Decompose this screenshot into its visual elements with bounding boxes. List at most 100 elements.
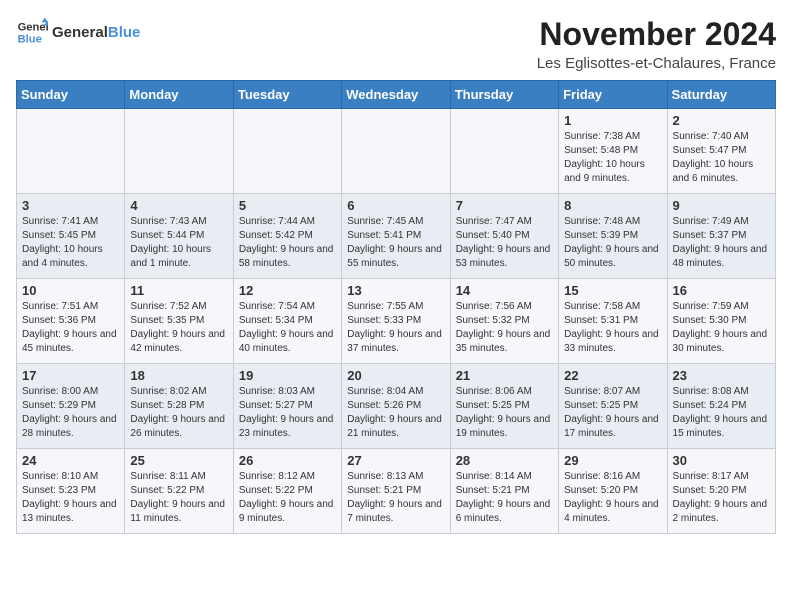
day-info: Sunrise: 7:58 AM Sunset: 5:31 PM Dayligh…: [564, 300, 661, 356]
day-info: Sunrise: 8:13 AM Sunset: 5:21 PM Dayligh…: [347, 470, 444, 526]
calendar-cell: 28Sunrise: 8:14 AM Sunset: 5:21 PM Dayli…: [450, 449, 558, 534]
svg-text:Blue: Blue: [18, 33, 42, 45]
day-number: 8: [564, 198, 661, 213]
calendar-cell: 10Sunrise: 7:51 AM Sunset: 5:36 PM Dayli…: [17, 279, 125, 364]
header: General Blue GeneralBlue November 2024 L…: [16, 16, 776, 72]
calendar-week-row: 3 Sunrise: 7:41 AM Sunset: 5:45 PM Daylig…: [17, 194, 776, 279]
day-info: Sunrise: 8:12 AM Sunset: 5:22 PM Dayligh…: [239, 470, 336, 526]
calendar-cell: 29 Sunrise: 8:16 AM Sunset: 5:20 PM Dayli…: [559, 449, 667, 534]
calendar-cell: 7 Sunrise: 7:47 AM Sunset: 5:40 PM Daylig…: [450, 194, 558, 279]
calendar-cell: 1Sunrise: 7:38 AM Sunset: 5:48 PM Daylig…: [559, 109, 667, 194]
day-info: Sunrise: 8:17 AM Sunset: 5:20 PM Dayligh…: [673, 470, 770, 526]
day-info: Sunrise: 7:45 AM Sunset: 5:41 PM Dayligh…: [347, 215, 444, 271]
calendar-week-row: 10Sunrise: 7:51 AM Sunset: 5:36 PM Dayli…: [17, 279, 776, 364]
calendar-cell: 12Sunrise: 7:54 AM Sunset: 5:34 PM Dayli…: [233, 279, 341, 364]
day-number: 22: [564, 368, 661, 383]
day-info: Sunrise: 8:11 AM Sunset: 5:22 PM Dayligh…: [130, 470, 227, 526]
day-info: Sunrise: 8:08 AM Sunset: 5:24 PM Dayligh…: [673, 385, 770, 441]
day-number: 20: [347, 368, 444, 383]
calendar-table: SundayMondayTuesdayWednesdayThursdayFrid…: [16, 80, 776, 534]
calendar-cell: 17Sunrise: 8:00 AM Sunset: 5:29 PM Dayli…: [17, 364, 125, 449]
day-info: Sunrise: 7:51 AM Sunset: 5:36 PM Dayligh…: [22, 300, 119, 356]
day-info: Sunrise: 8:14 AM Sunset: 5:21 PM Dayligh…: [456, 470, 553, 526]
calendar-cell: 11 Sunrise: 7:52 AM Sunset: 5:35 PM Dayli…: [125, 279, 233, 364]
day-info: Sunrise: 7:44 AM Sunset: 5:42 PM Dayligh…: [239, 215, 336, 271]
subtitle: Les Eglisottes-et-Chalaures, France: [537, 55, 776, 72]
day-number: 15: [564, 283, 661, 298]
logo-text: GeneralBlue: [52, 24, 140, 41]
main-title: November 2024: [537, 16, 776, 53]
calendar-cell: [450, 109, 558, 194]
logo: General Blue GeneralBlue: [16, 16, 140, 48]
day-info: Sunrise: 7:59 AM Sunset: 5:30 PM Dayligh…: [673, 300, 770, 356]
day-number: 25: [130, 453, 227, 468]
calendar-cell: 8 Sunrise: 7:48 AM Sunset: 5:39 PM Daylig…: [559, 194, 667, 279]
day-info: Sunrise: 7:55 AM Sunset: 5:33 PM Dayligh…: [347, 300, 444, 356]
header-tuesday: Tuesday: [233, 81, 341, 109]
svg-text:General: General: [18, 21, 48, 33]
title-block: November 2024 Les Eglisottes-et-Chalaure…: [537, 16, 776, 72]
day-info: Sunrise: 8:16 AM Sunset: 5:20 PM Dayligh…: [564, 470, 661, 526]
day-number: 2: [673, 113, 770, 128]
day-number: 16: [673, 283, 770, 298]
day-number: 18: [130, 368, 227, 383]
calendar-cell: [17, 109, 125, 194]
day-info: Sunrise: 7:52 AM Sunset: 5:35 PM Dayligh…: [130, 300, 227, 356]
calendar-week-row: 1Sunrise: 7:38 AM Sunset: 5:48 PM Daylig…: [17, 109, 776, 194]
calendar-cell: [125, 109, 233, 194]
day-info: Sunrise: 8:06 AM Sunset: 5:25 PM Dayligh…: [456, 385, 553, 441]
header-thursday: Thursday: [450, 81, 558, 109]
day-info: Sunrise: 7:41 AM Sunset: 5:45 PM Dayligh…: [22, 215, 119, 271]
day-number: 9: [673, 198, 770, 213]
day-info: Sunrise: 8:03 AM Sunset: 5:27 PM Dayligh…: [239, 385, 336, 441]
day-number: 4: [130, 198, 227, 213]
calendar-cell: 3 Sunrise: 7:41 AM Sunset: 5:45 PM Daylig…: [17, 194, 125, 279]
header-sunday: Sunday: [17, 81, 125, 109]
calendar-cell: 26Sunrise: 8:12 AM Sunset: 5:22 PM Dayli…: [233, 449, 341, 534]
calendar-cell: [233, 109, 341, 194]
day-number: 7: [456, 198, 553, 213]
day-number: 3: [22, 198, 119, 213]
day-number: 14: [456, 283, 553, 298]
calendar-cell: 5 Sunrise: 7:44 AM Sunset: 5:42 PM Daylig…: [233, 194, 341, 279]
day-info: Sunrise: 7:47 AM Sunset: 5:40 PM Dayligh…: [456, 215, 553, 271]
calendar-cell: 9 Sunrise: 7:49 AM Sunset: 5:37 PM Daylig…: [667, 194, 775, 279]
calendar-cell: 21 Sunrise: 8:06 AM Sunset: 5:25 PM Dayli…: [450, 364, 558, 449]
day-info: Sunrise: 8:02 AM Sunset: 5:28 PM Dayligh…: [130, 385, 227, 441]
day-info: Sunrise: 7:49 AM Sunset: 5:37 PM Dayligh…: [673, 215, 770, 271]
calendar-cell: 15 Sunrise: 7:58 AM Sunset: 5:31 PM Dayli…: [559, 279, 667, 364]
day-number: 30: [673, 453, 770, 468]
calendar-header-row: SundayMondayTuesdayWednesdayThursdayFrid…: [17, 81, 776, 109]
day-info: Sunrise: 8:00 AM Sunset: 5:29 PM Dayligh…: [22, 385, 119, 441]
day-number: 29: [564, 453, 661, 468]
calendar-cell: [342, 109, 450, 194]
calendar-cell: 4 Sunrise: 7:43 AM Sunset: 5:44 PM Daylig…: [125, 194, 233, 279]
day-info: Sunrise: 7:54 AM Sunset: 5:34 PM Dayligh…: [239, 300, 336, 356]
day-info: Sunrise: 7:40 AM Sunset: 5:47 PM Dayligh…: [673, 130, 770, 186]
day-info: Sunrise: 8:10 AM Sunset: 5:23 PM Dayligh…: [22, 470, 119, 526]
day-number: 27: [347, 453, 444, 468]
logo-icon: General Blue: [16, 16, 48, 48]
day-number: 5: [239, 198, 336, 213]
day-number: 24: [22, 453, 119, 468]
calendar-cell: 27 Sunrise: 8:13 AM Sunset: 5:21 PM Dayli…: [342, 449, 450, 534]
calendar-cell: 18 Sunrise: 8:02 AM Sunset: 5:28 PM Dayli…: [125, 364, 233, 449]
calendar-week-row: 24 Sunrise: 8:10 AM Sunset: 5:23 PM Dayli…: [17, 449, 776, 534]
calendar-cell: 22Sunrise: 8:07 AM Sunset: 5:25 PM Dayli…: [559, 364, 667, 449]
day-number: 11: [130, 283, 227, 298]
day-info: Sunrise: 7:38 AM Sunset: 5:48 PM Dayligh…: [564, 130, 661, 186]
day-info: Sunrise: 7:48 AM Sunset: 5:39 PM Dayligh…: [564, 215, 661, 271]
calendar-cell: 2 Sunrise: 7:40 AM Sunset: 5:47 PM Daylig…: [667, 109, 775, 194]
day-number: 13: [347, 283, 444, 298]
day-info: Sunrise: 7:43 AM Sunset: 5:44 PM Dayligh…: [130, 215, 227, 271]
header-friday: Friday: [559, 81, 667, 109]
calendar-week-row: 17Sunrise: 8:00 AM Sunset: 5:29 PM Dayli…: [17, 364, 776, 449]
calendar-cell: 23 Sunrise: 8:08 AM Sunset: 5:24 PM Dayli…: [667, 364, 775, 449]
day-number: 21: [456, 368, 553, 383]
header-wednesday: Wednesday: [342, 81, 450, 109]
header-saturday: Saturday: [667, 81, 775, 109]
day-number: 23: [673, 368, 770, 383]
day-info: Sunrise: 7:56 AM Sunset: 5:32 PM Dayligh…: [456, 300, 553, 356]
calendar-cell: 16 Sunrise: 7:59 AM Sunset: 5:30 PM Dayli…: [667, 279, 775, 364]
calendar-cell: 20Sunrise: 8:04 AM Sunset: 5:26 PM Dayli…: [342, 364, 450, 449]
